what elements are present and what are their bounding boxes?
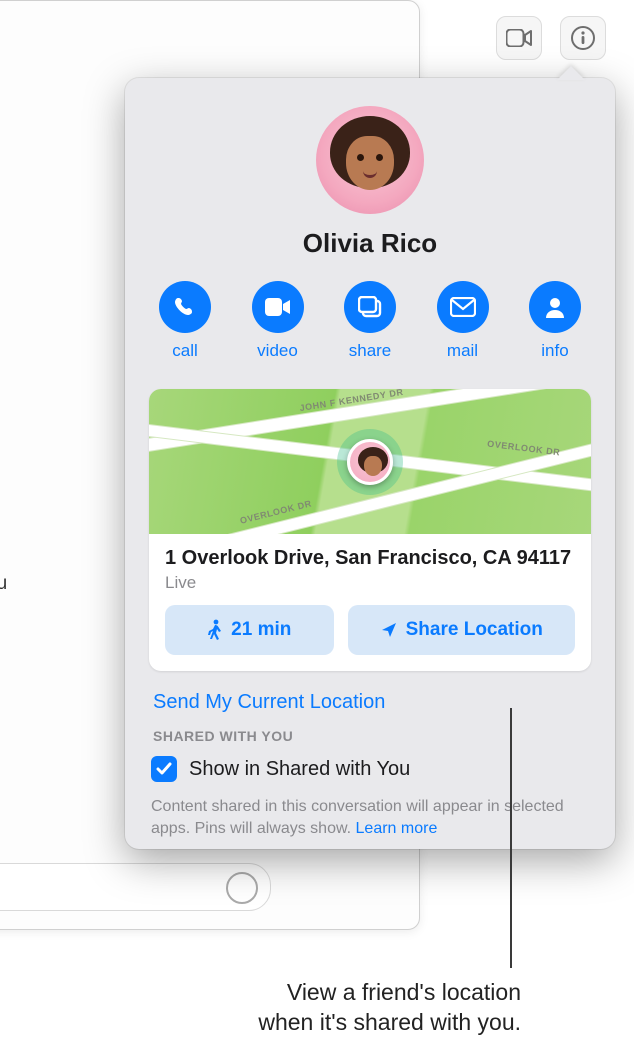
road-label-2: OVERLOOK DR: [487, 439, 561, 458]
info-action-button[interactable]: info: [521, 281, 589, 361]
share-location-label: Share Location: [406, 619, 543, 641]
call-button[interactable]: call: [151, 281, 219, 361]
send-current-location-link[interactable]: Send My Current Location: [153, 691, 591, 714]
call-label: call: [172, 341, 198, 361]
info-icon: [570, 25, 596, 51]
mail-button[interactable]: mail: [429, 281, 497, 361]
mail-icon: [450, 297, 476, 317]
video-button[interactable]: video: [244, 281, 312, 361]
background-text-fragment: ocation with you: [0, 573, 7, 595]
learn-more-link[interactable]: Learn more: [356, 820, 438, 837]
show-in-shared-checkbox[interactable]: [151, 756, 177, 782]
callout-caption: View a friend's location when it's share…: [126, 978, 521, 1038]
contact-action-row: call video share: [149, 281, 591, 361]
phone-icon: [173, 295, 197, 319]
video-icon: [265, 298, 291, 316]
share-button[interactable]: share: [336, 281, 404, 361]
walk-directions-button[interactable]: 21 min: [165, 605, 334, 655]
show-in-shared-label: Show in Shared with You: [189, 758, 410, 781]
walking-icon: [207, 619, 223, 641]
walk-time-label: 21 min: [231, 619, 291, 641]
video-label: video: [257, 341, 298, 361]
person-icon: [543, 295, 567, 319]
message-input-bubble[interactable]: [0, 863, 271, 911]
location-card: JOHN F KENNEDY DR OVERLOOK DR OVERLOOK D…: [149, 389, 591, 671]
video-camera-icon: [506, 29, 532, 47]
contact-name: Olivia Rico: [149, 228, 591, 259]
share-screen-icon: [358, 296, 382, 318]
info-button[interactable]: [560, 16, 606, 60]
popover-arrow: [557, 66, 585, 80]
window-toolbar: [496, 16, 606, 60]
checkmark-icon: [156, 762, 172, 776]
shared-with-you-section-label: SHARED WITH YOU: [153, 728, 591, 744]
callout-leader-line: [510, 708, 512, 968]
location-address: 1 Overlook Drive, San Francisco, CA 9411…: [165, 546, 575, 571]
location-status: Live: [165, 573, 575, 593]
emoji-icon[interactable]: [226, 872, 258, 904]
facetime-video-button[interactable]: [496, 16, 542, 60]
contact-avatar[interactable]: [316, 106, 424, 214]
contact-avatar-container: [149, 106, 591, 214]
share-label: share: [349, 341, 392, 361]
details-popover: Olivia Rico call video: [125, 78, 615, 849]
map-location-pin[interactable]: [337, 429, 403, 495]
mail-label: mail: [447, 341, 478, 361]
location-map[interactable]: JOHN F KENNEDY DR OVERLOOK DR OVERLOOK D…: [149, 389, 591, 534]
location-arrow-icon: [380, 621, 398, 639]
shared-footnote: Content shared in this conversation will…: [151, 796, 589, 839]
info-label: info: [541, 341, 568, 361]
share-location-button[interactable]: Share Location: [348, 605, 575, 655]
show-in-shared-row[interactable]: Show in Shared with You: [151, 756, 591, 782]
